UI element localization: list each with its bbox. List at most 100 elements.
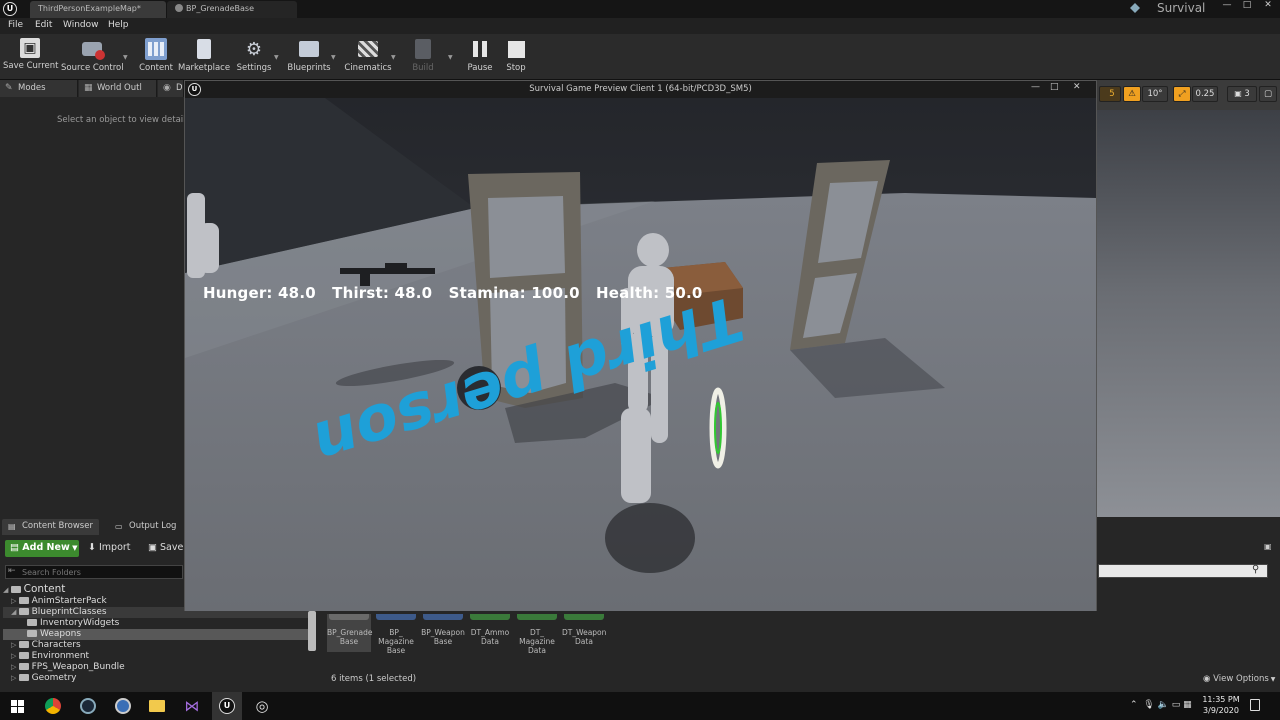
game-scene[interactable]: Hunger: 48.0 Thirst: 48.0 Stamina: 100.0… [185, 98, 1096, 611]
stop-button[interactable]: Stop [501, 36, 531, 78]
notifications-icon[interactable] [1250, 699, 1260, 711]
tab-map[interactable]: ThirdPersonExampleMap* [30, 1, 166, 18]
pause-button[interactable]: Pause [463, 36, 497, 78]
search-folders-field[interactable]: ⇤ [5, 565, 183, 579]
camera-icon: ▣ [1234, 89, 1245, 98]
folder-weapons[interactable]: Weapons [3, 629, 308, 640]
folder-tree-toggle-icon[interactable]: ⇤ [8, 566, 16, 576]
preview-close-button[interactable]: ✕ [1073, 82, 1081, 92]
toolbar: ▣ Save Current Source Control ▼ Content … [0, 34, 1280, 80]
unreal-editor-icon[interactable]: U [218, 697, 236, 715]
tab-modes-label: Modes [18, 83, 46, 93]
minimize-button[interactable]: — [1217, 0, 1237, 12]
tab-map-label: ThirdPersonExampleMap* [38, 4, 141, 13]
asset-bp-magazine-base[interactable]: BP_ Magazine Base [374, 614, 418, 655]
speaker-icon[interactable]: 🔈 [1158, 700, 1169, 710]
cinematics-button[interactable]: Cinematics [344, 36, 392, 78]
menu-file[interactable]: File [8, 20, 23, 30]
settings-button[interactable]: ⚙ Settings [235, 36, 273, 78]
cinematics-label: Cinematics [344, 63, 392, 73]
save-all-button[interactable]: ▣ Save [148, 542, 183, 553]
chrome-icon[interactable] [44, 697, 62, 715]
hud-stamina: Stamina: 100.0 [448, 284, 580, 302]
search-icon[interactable]: ⚲ [1252, 564, 1259, 575]
editor-viewport-background [1097, 110, 1280, 517]
preview-minimize-button[interactable]: — [1031, 82, 1040, 92]
world-outliner-icon: ▦ [84, 83, 93, 93]
chevron-up-icon[interactable]: ⌃ [1130, 700, 1138, 710]
source-control-button[interactable]: Source Control [61, 36, 124, 78]
asset-dt-ammo-data[interactable]: DT_Ammo Data [468, 614, 512, 646]
search-assets-input[interactable] [1098, 564, 1268, 578]
asset-dt-magazine-data[interactable]: DT_ Magazine Data [515, 614, 559, 655]
preview-maximize-button[interactable]: □ [1050, 82, 1059, 92]
marketplace-button[interactable]: Marketplace [178, 36, 230, 78]
maximize-viewport-button[interactable]: ▢ [1259, 86, 1277, 102]
add-new-icon: ▤ [10, 542, 23, 553]
network-icon[interactable]: ▭ [1172, 700, 1181, 710]
folder-label: BlueprintClasses [31, 607, 107, 617]
save-current-label: Save Current [3, 61, 59, 71]
menu-help[interactable]: Help [108, 20, 129, 30]
asset-dt-weapon-data[interactable]: DT_Weapon Data [562, 614, 606, 646]
visual-studio-icon[interactable]: ⋈ [183, 697, 201, 715]
folder-label: FPS_Weapon_Bundle [31, 662, 125, 672]
folder-icon [27, 630, 37, 637]
menu-window[interactable]: Window [63, 20, 99, 30]
asset-bp-weapon-base[interactable]: BP_Weapon Base [421, 614, 465, 646]
add-new-button[interactable]: ▤ Add New ▼ [5, 540, 79, 557]
build-dropdown-icon[interactable]: ▼ [448, 54, 453, 61]
app-circle-icon[interactable] [114, 697, 132, 715]
scale-snap-icon[interactable]: ⤢ [1173, 86, 1191, 102]
tab-details[interactable]: ◉ D [158, 80, 184, 97]
keyboard-icon[interactable]: ▦ [1183, 700, 1192, 710]
grid-snap-button[interactable]: 5 [1099, 86, 1121, 102]
file-explorer-icon[interactable] [148, 697, 166, 715]
folder-tree-scrollbar[interactable] [308, 611, 316, 651]
asset-thumbnail [376, 614, 416, 620]
content-button[interactable]: Content [137, 36, 175, 78]
lock-icon[interactable]: ▣ [1264, 542, 1272, 551]
close-button[interactable]: ✕ [1258, 0, 1278, 12]
blueprints-button[interactable]: Blueprints [287, 36, 331, 78]
camera-speed-button[interactable]: ▣ 3 [1227, 86, 1257, 102]
rotation-snap-value[interactable]: 10° [1142, 86, 1168, 102]
view-options-button[interactable]: ◉ View Options ▼ [1203, 674, 1275, 684]
asset-label: BP_Weapon Base [421, 628, 465, 646]
tab-world-outliner-label: World Outl [97, 83, 142, 93]
tab-output-log[interactable]: ▭ Output Log [109, 519, 182, 535]
scale-snap-value[interactable]: 0.25 [1192, 86, 1218, 102]
tab-modes[interactable]: ✎ Modes [0, 80, 78, 97]
folder-icon [18, 597, 29, 604]
cinematics-dropdown-icon[interactable]: ▼ [391, 54, 396, 61]
tab-grenade-base[interactable]: BP_GrenadeBase [167, 1, 297, 18]
tab-world-outliner[interactable]: ▦ World Outl [79, 80, 157, 97]
save-current-button[interactable]: ▣ Save Current [3, 36, 59, 78]
windows-start-icon[interactable] [8, 697, 26, 715]
hud-stats: Hunger: 48.0 Thirst: 48.0 Stamina: 100.0… [203, 284, 703, 302]
import-button[interactable]: ⬇ Import [88, 542, 131, 553]
menu-edit[interactable]: Edit [35, 20, 52, 30]
rotation-snap-icon[interactable]: ⚠ [1123, 86, 1141, 102]
tab-content-browser[interactable]: ▤ Content Browser [2, 519, 99, 535]
steam-icon[interactable] [79, 697, 97, 715]
settings-dropdown-icon[interactable]: ▼ [274, 54, 279, 61]
blueprints-dropdown-icon[interactable]: ▼ [331, 54, 336, 61]
save-icon: ▣ [20, 38, 40, 58]
build-button[interactable]: Build [405, 36, 441, 78]
game-preview-window[interactable]: U Survival Game Preview Client 1 (64-bit… [184, 80, 1097, 611]
folder-geometry[interactable]: ▷ Geometry [3, 673, 308, 684]
taskbar: ⋈ U ◎ ⌃ 🎙 🔈 ▭ ▦ 11:35 PM 3/9/2020 [0, 692, 1280, 720]
folder-fps-weapon-bundle[interactable]: ▷ FPS_Weapon_Bundle [3, 662, 308, 673]
maximize-button[interactable]: □ [1237, 0, 1257, 12]
asset-bp-grenade-base[interactable]: BP_Grenade Base [327, 614, 373, 652]
folder-characters[interactable]: ▷ Characters [3, 640, 308, 651]
clock[interactable]: 11:35 PM 3/9/2020 [1201, 694, 1241, 716]
search-folders-input[interactable] [22, 566, 180, 578]
microphone-icon[interactable]: 🎙 [1143, 700, 1154, 710]
source-control-dropdown-icon[interactable]: ▼ [123, 54, 128, 61]
folder-inventorywidgets[interactable]: InventoryWidgets [3, 618, 308, 629]
folder-environment[interactable]: ▷ Environment [3, 651, 308, 662]
obs-icon[interactable]: ◎ [253, 697, 271, 715]
pause-icon [469, 38, 491, 60]
